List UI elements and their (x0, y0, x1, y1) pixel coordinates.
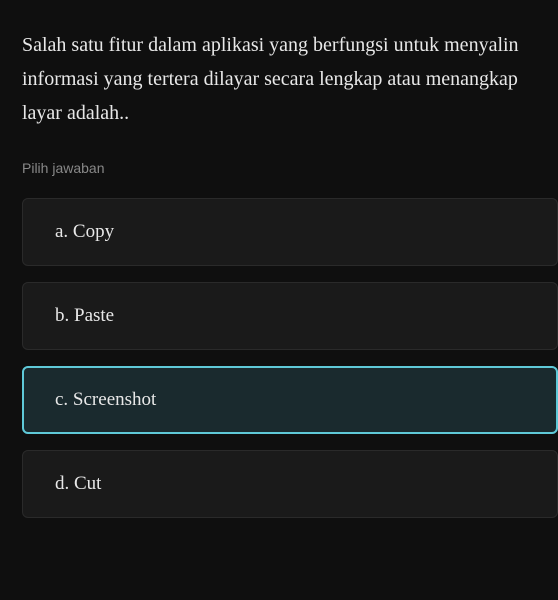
option-d[interactable]: d. Cut (22, 450, 558, 518)
question-text: Salah satu fitur dalam aplikasi yang ber… (22, 28, 536, 130)
answer-section: Pilih jawaban a. Copy b. Paste c. Screen… (0, 160, 558, 518)
option-a[interactable]: a. Copy (22, 198, 558, 266)
option-b[interactable]: b. Paste (22, 282, 558, 350)
answer-prompt: Pilih jawaban (22, 160, 558, 176)
option-c[interactable]: c. Screenshot (22, 366, 558, 434)
question-container: Salah satu fitur dalam aplikasi yang ber… (0, 0, 558, 160)
options-list: a. Copy b. Paste c. Screenshot d. Cut (22, 198, 558, 518)
